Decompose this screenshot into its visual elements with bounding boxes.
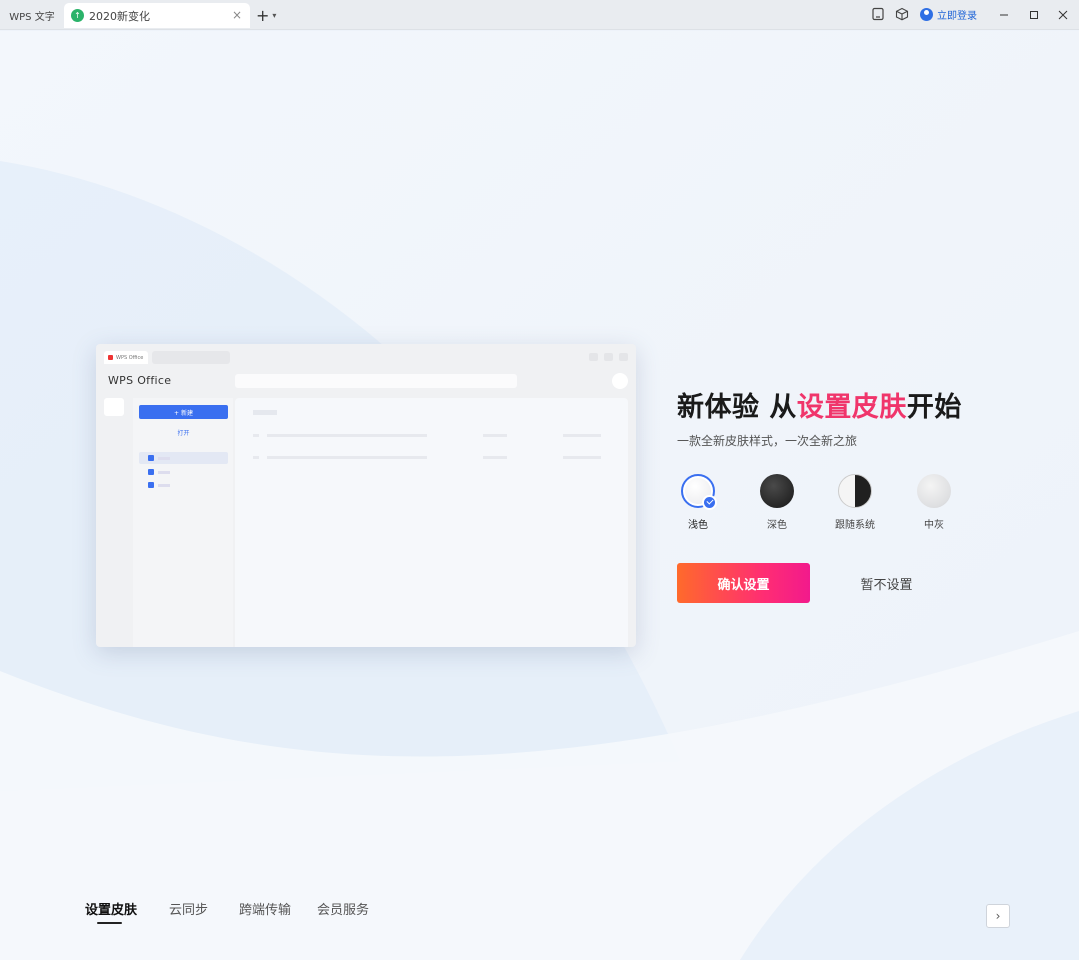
preview-minimize-icon bbox=[589, 353, 598, 361]
next-arrow-button[interactable]: › bbox=[986, 904, 1010, 928]
preview-nav-item bbox=[139, 466, 228, 478]
tab-cloud-sync[interactable]: 云同步 bbox=[169, 899, 208, 918]
skin-label-light: 浅色 bbox=[688, 520, 708, 531]
document-upload-icon: ↑ bbox=[71, 9, 84, 22]
preview-tab-label: WPS Office bbox=[116, 354, 144, 361]
active-tab-indicator bbox=[97, 922, 122, 924]
plus-icon: + bbox=[256, 5, 270, 25]
skin-swatch-light bbox=[681, 474, 717, 510]
skin-swatch-system bbox=[838, 474, 872, 508]
skin-option-system[interactable]: 跟随系统 bbox=[825, 474, 885, 531]
skin-label-gray: 中灰 bbox=[924, 520, 944, 531]
tab-cross-device-transfer[interactable]: 跨端传输 bbox=[239, 899, 291, 918]
close-icon[interactable] bbox=[1053, 5, 1073, 25]
preview-new-button: + 新建 bbox=[139, 405, 228, 419]
tab-member-services[interactable]: 会员服务 bbox=[317, 899, 369, 918]
skin-option-dark[interactable]: 深色 bbox=[747, 474, 807, 531]
minimize-icon[interactable] bbox=[994, 5, 1014, 25]
skip-settings-button[interactable]: 暂不设置 bbox=[820, 563, 953, 603]
skin-label-system: 跟随系统 bbox=[835, 520, 875, 531]
preview-nav-item bbox=[139, 452, 228, 464]
skin-option-gray[interactable]: 中灰 bbox=[904, 474, 964, 531]
preview-close-icon bbox=[619, 353, 628, 361]
skin-preview-window: WPS Office WPS Office + 新建 打开 bbox=[96, 344, 636, 647]
tablet-icon[interactable] bbox=[871, 7, 885, 21]
cube-icon[interactable] bbox=[895, 7, 909, 21]
preview-avatar bbox=[612, 373, 628, 389]
preview-title: WPS Office bbox=[108, 374, 172, 387]
chevron-down-icon: ▾ bbox=[272, 10, 277, 20]
preview-heading bbox=[253, 410, 277, 415]
document-tab[interactable]: ↑ 2020新变化 × bbox=[64, 3, 250, 28]
new-tab-button[interactable]: + ▾ bbox=[256, 5, 286, 25]
page-subtitle: 一款全新皮肤样式，一次全新之旅 bbox=[677, 434, 858, 448]
document-tab-label: 2020新变化 bbox=[89, 9, 150, 23]
preview-tab-placeholder bbox=[152, 351, 230, 364]
preview-nav-item bbox=[139, 479, 228, 491]
wps-logo-icon bbox=[108, 355, 113, 360]
skin-label-dark: 深色 bbox=[767, 520, 787, 531]
skin-option-light[interactable]: 浅色 bbox=[668, 474, 728, 531]
login-button[interactable]: 立即登录 bbox=[920, 7, 977, 22]
login-label: 立即登录 bbox=[937, 11, 977, 22]
tab-skin-settings[interactable]: 设置皮肤 bbox=[85, 899, 137, 918]
skin-swatch-dark bbox=[760, 474, 794, 508]
maximize-icon[interactable] bbox=[1024, 5, 1044, 25]
preview-search-bar bbox=[235, 374, 517, 388]
user-icon bbox=[920, 8, 933, 21]
check-icon bbox=[702, 495, 717, 510]
page-headline: 新体验 从设置皮肤开始 bbox=[677, 385, 962, 424]
preview-maximize-icon bbox=[604, 353, 613, 361]
preview-open-button: 打开 bbox=[177, 429, 190, 437]
close-tab-icon[interactable]: × bbox=[232, 8, 242, 22]
headline-prefix: 新体验 从 bbox=[677, 392, 797, 423]
skin-swatch-gray bbox=[917, 474, 951, 508]
app-tab-wps[interactable]: WPS 文字 bbox=[4, 5, 60, 26]
chevron-right-icon: › bbox=[995, 909, 1001, 923]
confirm-settings-button[interactable]: 确认设置 bbox=[677, 563, 810, 603]
headline-highlight: 设置皮肤 bbox=[796, 392, 907, 423]
headline-suffix: 开始 bbox=[906, 392, 962, 423]
preview-left-rail bbox=[104, 398, 124, 416]
preview-tab: WPS Office bbox=[104, 351, 148, 364]
title-bar: WPS 文字 ↑ 2020新变化 × + ▾ 立即登录 bbox=[0, 0, 1079, 30]
